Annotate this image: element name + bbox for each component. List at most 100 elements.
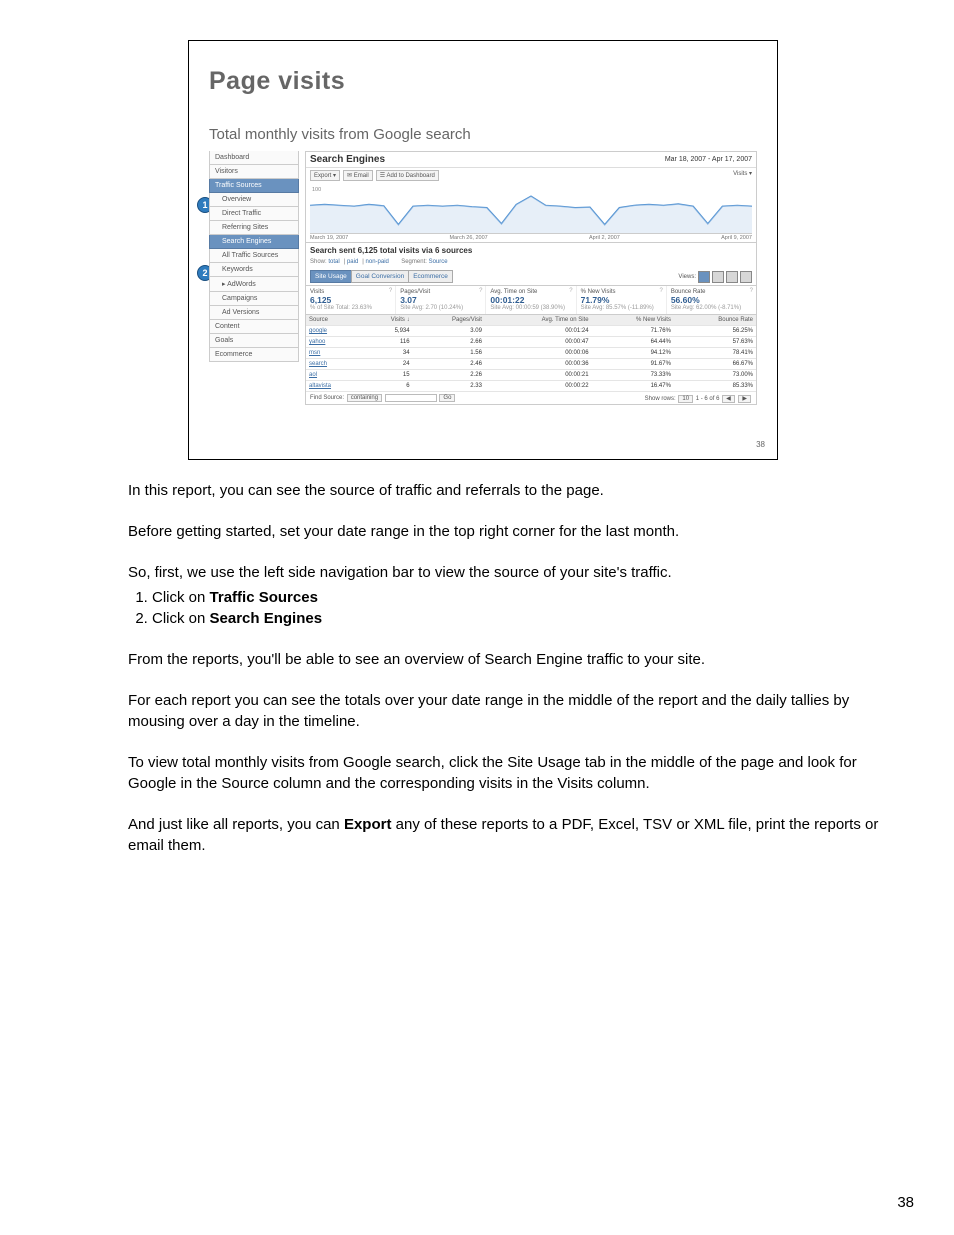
prev-page-button[interactable]: ◀ (722, 395, 735, 403)
sidebar-item[interactable]: All Traffic Sources (209, 249, 299, 263)
tab-goal-conversion[interactable]: Goal Conversion (351, 270, 409, 283)
table-row[interactable]: search242.4600:00:3691.67%66.67% (306, 359, 756, 370)
sidebar-item[interactable]: Keywords (209, 263, 299, 277)
steps-list: Click on Traffic Sources Click on Search… (128, 587, 894, 629)
report-header-title: Search Engines (310, 154, 385, 165)
column-header[interactable]: Avg. Time on Site (485, 315, 592, 326)
column-header[interactable]: Source (306, 315, 362, 326)
table-row[interactable]: altavista62.3300:00:2216.47%85.33% (306, 381, 756, 392)
view-table-icon[interactable] (698, 271, 710, 283)
report-sidebar: 1 2 DashboardVisitorsTraffic SourcesOver… (209, 151, 299, 405)
seg-segmentlabel: Segment: (401, 259, 427, 265)
sidebar-item[interactable]: Visitors (209, 165, 299, 179)
view-pie-icon[interactable] (712, 271, 724, 283)
tab-ecommerce[interactable]: Ecommerce (408, 270, 453, 283)
rows-range: 1 - 6 of 6 (696, 396, 720, 402)
inline-text: And just like all reports, you can (128, 816, 344, 833)
table-row[interactable]: google5,9343.0900:01:2471.76%56.25% (306, 326, 756, 337)
tab-site-usage[interactable]: Site Usage (310, 270, 352, 283)
paragraph: Before getting started, set your date ra… (128, 521, 894, 542)
sidebar-item[interactable]: Content (209, 320, 299, 334)
toolbar-button[interactable]: ☰ Add to Dashboard (376, 170, 439, 181)
help-icon[interactable]: ? (659, 288, 662, 294)
inline-strong: Export (344, 816, 392, 833)
metric-card: ?Pages/Visit3.07Site Avg: 2.70 (10.24%) (396, 286, 486, 314)
date-range[interactable]: Mar 18, 2007 - Apr 17, 2007 (665, 156, 752, 163)
sidebar-item[interactable]: Traffic Sources (209, 179, 299, 193)
metric-card: ?Visits6,125% of Site Total: 23.63% (306, 286, 396, 314)
sidebar-item[interactable]: Search Engines (209, 235, 299, 249)
sparkline (310, 187, 752, 233)
rows-select[interactable]: 10 (678, 395, 693, 403)
help-icon[interactable]: ? (389, 288, 392, 294)
find-input[interactable] (385, 394, 437, 402)
table-row[interactable]: aol152.2600:00:2173.33%73.00% (306, 370, 756, 381)
list-item: Click on Traffic Sources (152, 587, 894, 608)
find-mode-select[interactable]: containing (347, 394, 382, 402)
page-number: 38 (897, 1194, 914, 1211)
help-icon[interactable]: ? (479, 288, 482, 294)
shot-page-number: 38 (756, 440, 765, 449)
sidebar-item[interactable]: Overview (209, 193, 299, 207)
shot-subtitle: Total monthly visits from Google search (209, 126, 757, 143)
visits-scale[interactable]: Visits ▾ (733, 170, 752, 181)
list-strong: Traffic Sources (210, 589, 318, 606)
sidebar-item[interactable]: Goals (209, 334, 299, 348)
analytics-screenshot: Page visits Total monthly visits from Go… (188, 40, 778, 460)
metric-card: ?% New Visits71.79%Site Avg: 85.57% (-11… (577, 286, 667, 314)
list-item: Click on Search Engines (152, 608, 894, 629)
seg-source[interactable]: Source (429, 259, 448, 265)
sidebar-item[interactable]: Dashboard (209, 151, 299, 165)
column-header[interactable]: Bounce Rate (674, 315, 756, 326)
toolbar-button[interactable]: ✉ Email (343, 170, 373, 181)
views-label: Views: (678, 274, 696, 280)
seg-paid[interactable]: paid (347, 259, 358, 265)
metric-card: ?Avg. Time on Site00:01:22Site Avg: 00:0… (486, 286, 576, 314)
find-label: Find Source: (310, 395, 344, 401)
sidebar-item[interactable]: ▸ AdWords (209, 277, 299, 292)
sidebar-item[interactable]: Campaigns (209, 292, 299, 306)
column-header[interactable]: Visits ↓ (362, 315, 412, 326)
column-header[interactable]: Pages/Visit (413, 315, 485, 326)
sidebar-item[interactable]: Ad Versions (209, 306, 299, 320)
report-toolbar: Export ▾✉ Email☰ Add to Dashboard Visits… (306, 168, 756, 183)
help-icon[interactable]: ? (750, 288, 753, 294)
sidebar-item[interactable]: Ecommerce (209, 348, 299, 362)
paragraph: For each report you can see the totals o… (128, 690, 894, 732)
body-copy: In this report, you can see the source o… (128, 480, 894, 856)
help-icon[interactable]: ? (569, 288, 572, 294)
find-go-button[interactable]: Go (439, 394, 455, 402)
sidebar-item[interactable]: Referring Sites (209, 221, 299, 235)
paragraph: To view total monthly visits from Google… (128, 752, 894, 794)
paragraph: So, first, we use the left side navigati… (128, 562, 894, 583)
paragraph: And just like all reports, you can Expor… (128, 814, 894, 856)
source-table: SourceVisits ↓Pages/VisitAvg. Time on Si… (306, 315, 756, 392)
x-tick: March 19, 2007 (310, 235, 348, 241)
view-switcher: Views: (678, 271, 752, 283)
metric-card: ?Bounce Rate56.60%Site Avg: 62.00% (-8.7… (667, 286, 756, 314)
table-footer: Find Source: containing Go Show rows: 10… (306, 392, 756, 404)
x-tick: April 2, 2007 (589, 235, 620, 241)
seg-show-label: Show: (310, 259, 327, 265)
view-bar-icon[interactable] (726, 271, 738, 283)
table-row[interactable]: yahoo1162.6600:00:4764.44%57.63% (306, 337, 756, 348)
x-tick: April 9, 2007 (721, 235, 752, 241)
paragraph: In this report, you can see the source o… (128, 480, 894, 501)
column-header[interactable]: % New Visits (592, 315, 674, 326)
report-content: Search Engines Mar 18, 2007 - Apr 17, 20… (305, 151, 757, 405)
chart-x-ticks: March 19, 2007March 26, 2007April 2, 200… (306, 234, 756, 243)
seg-total[interactable]: total (328, 259, 339, 265)
list-text: Click on (152, 610, 210, 627)
tab-strip: Site Usage Goal Conversion Ecommerce (310, 270, 452, 283)
summary-sentence: Search sent 6,125 total visits via 6 sou… (306, 243, 756, 258)
next-page-button[interactable]: ▶ (738, 395, 751, 403)
toolbar-button[interactable]: Export ▾ (310, 170, 340, 181)
table-row[interactable]: msn341.5600:00:0694.12%78.41% (306, 348, 756, 359)
segment-row: Show: total| paid| non-paid Segment: Sou… (306, 258, 756, 266)
paragraph: From the reports, you'll be able to see … (128, 649, 894, 670)
timeline-chart[interactable]: 100 (310, 187, 752, 234)
sidebar-item[interactable]: Direct Traffic (209, 207, 299, 221)
showrows-label: Show rows: (645, 396, 676, 402)
view-comparison-icon[interactable] (740, 271, 752, 283)
seg-nonpaid[interactable]: non-paid (366, 259, 389, 265)
